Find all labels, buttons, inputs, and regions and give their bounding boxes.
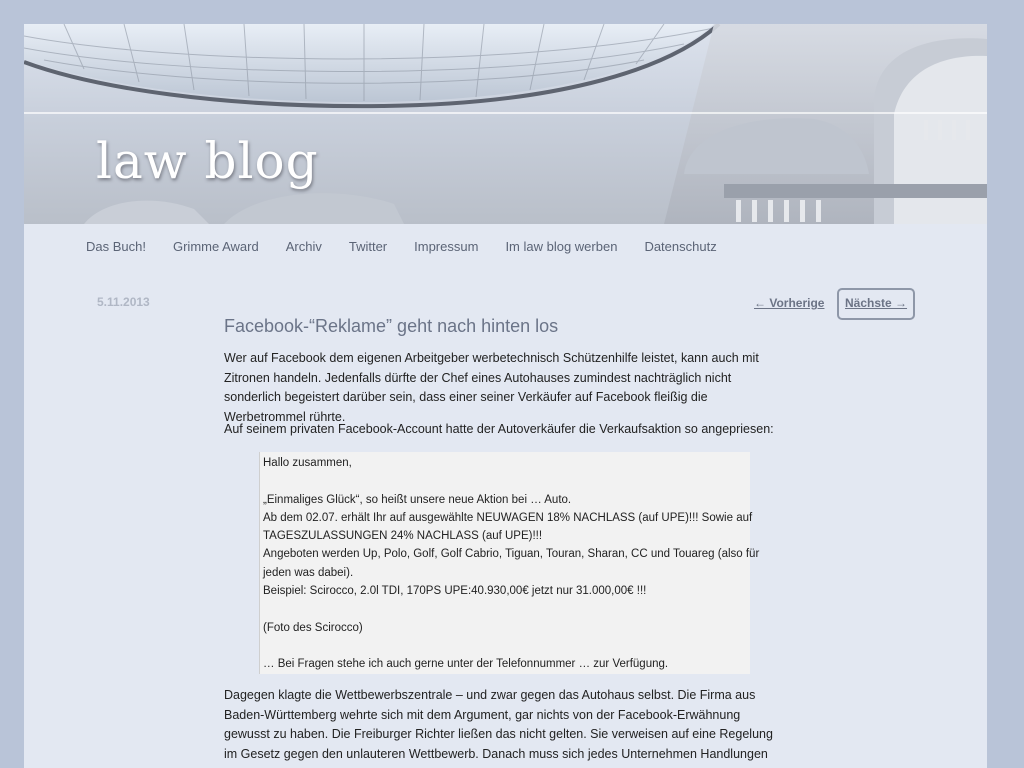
post-paragraph-3: Dagegen klagte die Wettbewerbszentrale –… bbox=[224, 688, 773, 768]
quote-line: Ab dem 02.07. erhält Ihr auf ausgewählte… bbox=[263, 511, 753, 524]
quote-line: … Bei Fragen stehe ich auch gerne unter … bbox=[263, 658, 669, 671]
nav-item-grimme-award[interactable]: Grimme Award bbox=[173, 239, 259, 254]
nav-item-archiv[interactable]: Archiv bbox=[286, 239, 322, 254]
nav-item-das-buch[interactable]: Das Buch! bbox=[86, 239, 146, 254]
nav-item-datenschutz[interactable]: Datenschutz bbox=[644, 239, 716, 254]
quote-line: Hallo zusammen, bbox=[263, 457, 352, 469]
quote-line: „Einmaliges Glück“, so heißt unsere neue… bbox=[263, 493, 572, 506]
post-paragraph-2: Auf seinem privaten Facebook-Account hat… bbox=[224, 422, 774, 436]
next-post-link[interactable]: Nächste → bbox=[837, 288, 916, 320]
banner-image bbox=[24, 24, 987, 224]
previous-post-link[interactable]: ← Vorherige bbox=[754, 296, 824, 310]
header-banner: law blog bbox=[24, 24, 987, 224]
nav-item-twitter[interactable]: Twitter bbox=[349, 239, 387, 254]
post-date: 5.11.2013 bbox=[97, 295, 150, 309]
quote-line: TAGESZULASSUNGEN 24% NACHLASS (auf UPE)!… bbox=[263, 530, 543, 543]
site-title[interactable]: law blog bbox=[96, 132, 319, 190]
nav-item-impressum[interactable]: Impressum bbox=[414, 239, 478, 254]
post-paragraph-1: Wer auf Facebook dem eigenen Arbeitgeber… bbox=[224, 351, 759, 424]
quote-line: Angeboten werden Up, Polo, Golf, Golf Ca… bbox=[263, 548, 760, 561]
quote-line: Beispiel: Scirocco, 2.0l TDI, 170PS UPE:… bbox=[263, 585, 647, 598]
nav-item-werben[interactable]: Im law blog werben bbox=[505, 239, 617, 254]
page-container: law blog Das Buch! Grimme Award Archiv Twit… bbox=[24, 24, 987, 768]
post-title[interactable]: Facebook-“Reklame” geht nach hinten los bbox=[224, 316, 558, 337]
post-blockquote: Hallo zusammen, „Einmaliges Glück“, so h… bbox=[259, 452, 760, 674]
quote-line: (Foto des Scirocco) bbox=[263, 621, 363, 634]
main-navigation: Das Buch! Grimme Award Archiv Twitter Impres… bbox=[24, 224, 987, 268]
quote-line: jeden was dabei). bbox=[263, 566, 354, 579]
